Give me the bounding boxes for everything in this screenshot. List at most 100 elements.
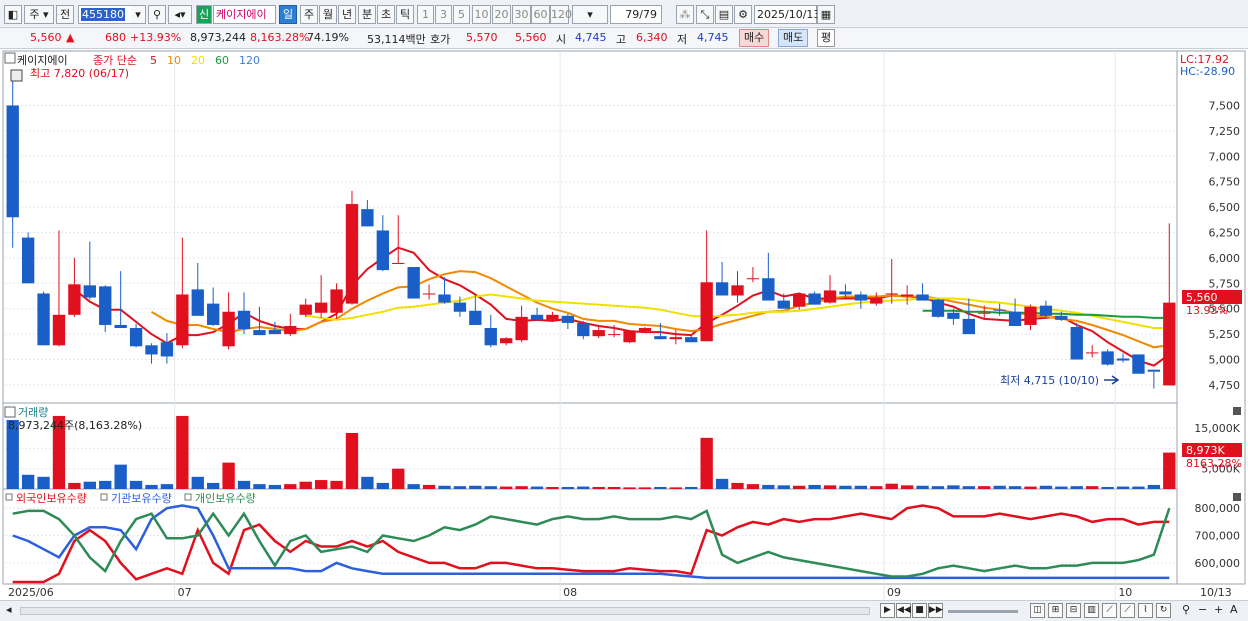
date-field[interactable]: 2025/10/13 xyxy=(754,5,820,24)
volume-bar xyxy=(1055,486,1068,489)
panel-toggle-icon[interactable] xyxy=(4,52,16,64)
trend-icon[interactable]: ⟋ xyxy=(1120,603,1135,618)
candle-body xyxy=(669,337,682,340)
candle-body xyxy=(191,289,204,316)
draw-tool-icon[interactable]: ⤡ xyxy=(696,5,714,24)
volume-bar xyxy=(916,485,929,489)
volume-bar xyxy=(638,487,652,489)
volume-bar xyxy=(207,482,220,489)
interval-button-30[interactable]: 30 xyxy=(512,5,531,24)
fast-forward-icon[interactable]: ▶▶ xyxy=(928,603,943,618)
refresh-icon[interactable]: ↻ xyxy=(1156,603,1171,618)
ruler-icon[interactable]: ⌇ xyxy=(1138,603,1153,618)
volume-bar xyxy=(37,476,50,489)
date-axis-label: 07 xyxy=(178,586,192,599)
holdings-panel-close-icon[interactable] xyxy=(1233,493,1241,501)
date-axis-label: 10 xyxy=(1118,586,1132,599)
holdings-legend: 외국인보유수량 기관보유수량 개인보유수량 xyxy=(5,492,256,505)
candle-body xyxy=(207,303,220,325)
tab-period-6[interactable]: 초 xyxy=(377,5,395,24)
grid-icon[interactable]: ⊟ xyxy=(1066,603,1081,618)
prev-button[interactable]: 전 xyxy=(56,5,74,24)
sell-button[interactable]: 매도 xyxy=(778,29,809,47)
interval-button-20[interactable]: 20 xyxy=(492,5,511,24)
zoom-in-icon[interactable]: + xyxy=(1214,603,1223,616)
ask-price: 5,570 xyxy=(466,31,498,44)
tool-icon[interactable]: ⟋ xyxy=(1102,603,1117,618)
tab-period-3[interactable]: 월 xyxy=(319,5,337,24)
tab-period-1[interactable]: 일 xyxy=(279,5,297,24)
save-icon[interactable]: ▤ xyxy=(715,5,733,24)
compare-icon[interactable]: ⁂ xyxy=(676,5,694,24)
bar-icon[interactable]: ▥ xyxy=(1084,603,1099,618)
volume-bar xyxy=(191,476,204,489)
volume-title: 거래량 xyxy=(18,406,48,419)
volume-bar xyxy=(978,486,991,489)
volume-bar xyxy=(715,478,729,489)
candle-body xyxy=(700,282,713,342)
interval-button-10[interactable]: 10 xyxy=(472,5,491,24)
font-size-icon[interactable]: A xyxy=(1230,603,1238,616)
average-button[interactable]: 평 xyxy=(817,29,836,47)
search-icon[interactable]: ⚲ xyxy=(148,5,166,24)
tab-period-2[interactable]: 주 xyxy=(300,5,318,24)
candle-body xyxy=(484,328,497,346)
price-axis: 7,500 7,250 7,000 6,750 6,500 6,250 6,000 5,750… xyxy=(1209,99,1241,391)
low-label: 저 xyxy=(677,33,688,46)
open-label: 시 xyxy=(556,33,567,46)
rewind-icon[interactable]: ◀◀ xyxy=(896,603,911,618)
date-axis-label: 10/13 xyxy=(1200,586,1232,599)
interval-button-5[interactable]: 5 xyxy=(453,5,470,24)
price-tick-label: 6,250 xyxy=(1209,227,1241,240)
candle-body xyxy=(777,300,790,309)
zoom-icon[interactable]: ⚲ xyxy=(1182,603,1190,616)
candle-body xyxy=(114,324,127,329)
stop-icon[interactable]: ■ xyxy=(912,603,927,618)
chart-type-icon[interactable]: ◧ xyxy=(4,5,22,24)
candle-body xyxy=(654,336,667,340)
up-arrow-icon: ▲ xyxy=(66,31,75,44)
tab-period-4[interactable]: 년 xyxy=(338,5,356,24)
code-dropdown-icon[interactable]: ▾ xyxy=(131,5,146,24)
hc-value: HC:-28.90 xyxy=(1180,65,1235,78)
calendar-icon[interactable] xyxy=(10,69,23,82)
candle-body xyxy=(962,318,975,335)
calendar-icon[interactable]: ▦ xyxy=(817,5,835,24)
candle-body xyxy=(83,285,96,298)
volume-bar xyxy=(1039,485,1053,489)
interval-button-120[interactable]: 120 xyxy=(550,5,572,24)
split-icon[interactable]: ⊞ xyxy=(1048,603,1063,618)
count-field[interactable]: 79/79 xyxy=(610,5,662,24)
volume-bar xyxy=(777,485,790,489)
tab-period-5[interactable]: 분 xyxy=(358,5,376,24)
candle-body xyxy=(160,342,174,357)
candle-body xyxy=(638,328,652,332)
volume-bar xyxy=(68,482,81,489)
trade-amount: 53,114백만 xyxy=(367,33,426,46)
zoom-slider[interactable] xyxy=(948,610,1018,613)
candle-body xyxy=(793,293,806,307)
buy-button[interactable]: 매수 xyxy=(739,29,770,47)
price-tick-label: 5,250 xyxy=(1209,328,1241,341)
speaker-icon[interactable]: ◂▾ xyxy=(168,5,192,24)
candle-body xyxy=(500,338,513,344)
layout-icon[interactable]: ◫ xyxy=(1030,603,1045,618)
play-icon[interactable]: ▶ xyxy=(880,603,895,618)
scroll-left-icon[interactable]: ◂ xyxy=(6,603,12,616)
scroll-track[interactable] xyxy=(20,607,870,615)
gear-icon[interactable]: ⚙ xyxy=(734,5,752,24)
current-price: 5,560 xyxy=(30,31,62,44)
interval-select[interactable]: ▾ xyxy=(572,5,608,24)
stock-chart[interactable]: 7,500 7,250 7,000 6,750 6,500 6,250 6,000 5,750… xyxy=(0,49,1248,600)
period-unit-select[interactable]: 주 ▾ xyxy=(24,5,54,24)
volume-panel-toggle-icon[interactable] xyxy=(4,406,16,418)
volume-panel-close-icon[interactable] xyxy=(1233,407,1241,415)
volume-percent: 8,163.28% xyxy=(250,31,310,44)
zoom-out-icon[interactable]: − xyxy=(1198,603,1207,616)
interval-button-60[interactable]: 60 xyxy=(531,5,550,24)
tab-period-7[interactable]: 틱 xyxy=(396,5,414,24)
interval-button-3[interactable]: 3 xyxy=(435,5,452,24)
volume-bar xyxy=(1163,452,1176,489)
ma-legend-label: 120 xyxy=(239,54,260,67)
interval-button-1[interactable]: 1 xyxy=(417,5,434,24)
